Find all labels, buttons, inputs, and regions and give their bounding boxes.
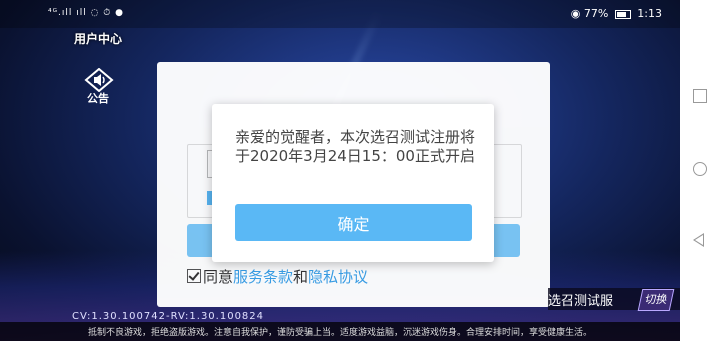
- switch-server-button[interactable]: 切换: [637, 289, 675, 311]
- eye-icon: ◉: [570, 7, 581, 20]
- agreement-row: 同意服务条款和隐私协议: [187, 266, 368, 287]
- terms-link[interactable]: 服务条款: [233, 268, 293, 286]
- privacy-link[interactable]: 隐私协议: [308, 268, 368, 286]
- game-screen: ⁴ᴳ.ıll ıll ◌ ⏱ ● ◉ 77% 1:13 用户中心 公告 同意服务…: [0, 0, 680, 341]
- battery-icon: [614, 9, 631, 19]
- agree-checkbox[interactable]: [187, 269, 201, 283]
- status-right: ◉ 77% 1:13: [571, 7, 662, 20]
- dialog-message: 亲爱的觉醒者，本次选召测试注册将于2020年3月24日15：00正式开启: [235, 128, 476, 165]
- announcement-dialog: 亲爱的觉醒者，本次选召测试注册将于2020年3月24日15：00正式开启 确定: [212, 104, 494, 262]
- speaker-icon[interactable]: [84, 68, 114, 92]
- agree-and: 和: [293, 268, 309, 286]
- user-center-button[interactable]: 用户中心: [74, 30, 122, 47]
- home-circle-icon[interactable]: [693, 162, 707, 176]
- status-bar: ⁴ᴳ.ıll ıll ◌ ⏱ ● ◉ 77% 1:13: [0, 0, 680, 28]
- version-text: CV:1.30.100742-RV:1.30.100824: [72, 311, 265, 322]
- confirm-button[interactable]: 确定: [235, 204, 472, 241]
- battery-percent: 77%: [583, 7, 609, 20]
- back-triangle-icon[interactable]: [693, 233, 704, 247]
- recents-square-icon[interactable]: [693, 89, 707, 103]
- notice-label[interactable]: 公告: [87, 90, 109, 106]
- agree-prefix: 同意: [203, 268, 234, 286]
- server-name: 选召测试服: [548, 294, 614, 309]
- clock: 1:13: [637, 7, 662, 20]
- signal-icons: ⁴ᴳ.ıll ıll ◌ ⏱ ●: [48, 8, 125, 18]
- android-nav-bar: [680, 0, 720, 341]
- health-notice-text: 抵制不良游戏，拒绝盗版游戏。注意自我保护，谨防受骗上当。适度游戏益脑，沉迷游戏伤…: [87, 328, 592, 338]
